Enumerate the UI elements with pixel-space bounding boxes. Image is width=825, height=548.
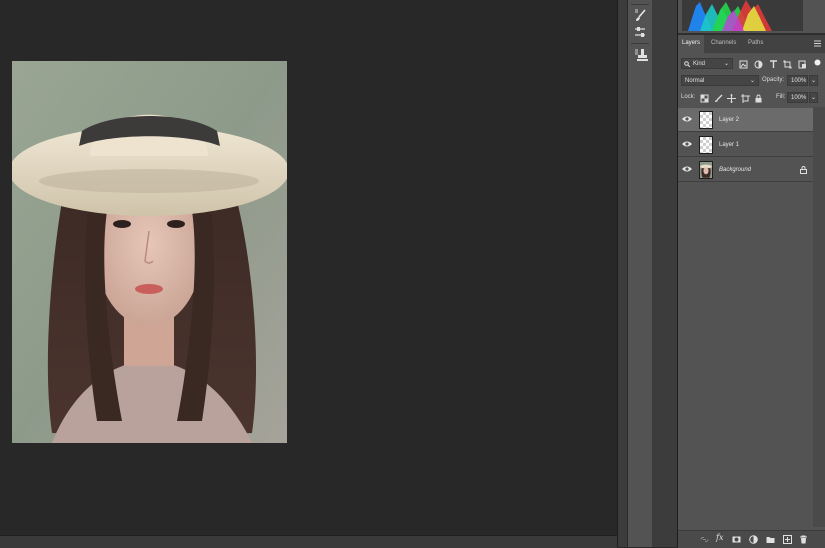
layers-bottom-toolbar: fx bbox=[678, 530, 825, 548]
horizontal-scrollbar[interactable] bbox=[0, 535, 617, 548]
opacity-dropdown[interactable]: ⌄ bbox=[809, 75, 818, 86]
lock-position-icon[interactable] bbox=[727, 94, 736, 103]
panel-tabs: Layers Channels Paths bbox=[678, 35, 825, 53]
lock-label: Lock: bbox=[681, 94, 696, 100]
filter-smart-object-icon[interactable] bbox=[798, 60, 807, 69]
adjustments-icon[interactable] bbox=[632, 24, 648, 40]
chevron-down-icon: ⌄ bbox=[811, 78, 817, 84]
fx-icon[interactable]: fx bbox=[716, 533, 725, 542]
mask-icon[interactable] bbox=[732, 535, 741, 544]
lock-icon bbox=[800, 166, 807, 174]
layer-name[interactable]: Layer 1 bbox=[719, 133, 739, 157]
link-icon[interactable] bbox=[700, 535, 709, 544]
panel-divider bbox=[617, 0, 627, 547]
tab-paths[interactable]: Paths bbox=[744, 35, 767, 53]
filter-kind-select[interactable]: Kind ⌄ bbox=[681, 58, 733, 69]
layer-row-background[interactable]: Background bbox=[678, 158, 813, 182]
new-layer-icon[interactable] bbox=[783, 535, 792, 544]
tab-channels[interactable]: Channels bbox=[707, 35, 740, 53]
panel-divider-2 bbox=[652, 0, 678, 547]
histogram bbox=[682, 0, 803, 31]
layer-thumbnail bbox=[699, 136, 713, 154]
chevron-down-icon: ⌄ bbox=[811, 95, 817, 101]
fill-label: Fill: bbox=[776, 94, 786, 100]
filter-toggle-icon[interactable] bbox=[813, 58, 822, 67]
fill-input[interactable]: 100% bbox=[787, 92, 808, 103]
opacity-label: Opacity: bbox=[762, 77, 785, 83]
blend-row: Normal ⌄ Opacity: 100% ⌄ bbox=[678, 75, 825, 88]
filter-shape-icon[interactable] bbox=[783, 60, 792, 69]
panel-menu-icon[interactable] bbox=[814, 40, 821, 47]
lock-artboard-icon[interactable] bbox=[741, 94, 750, 103]
lock-transparent-icon[interactable] bbox=[700, 94, 709, 103]
filter-type-icon[interactable] bbox=[769, 60, 778, 69]
background-thumbnail bbox=[699, 161, 713, 179]
layer-thumbnail bbox=[699, 111, 713, 129]
lock-all-icon[interactable] bbox=[754, 94, 763, 103]
portrait-image bbox=[12, 61, 287, 443]
folder-icon[interactable] bbox=[766, 535, 775, 544]
brush-icon[interactable] bbox=[632, 7, 648, 23]
eye-icon[interactable] bbox=[682, 140, 692, 148]
chevron-down-icon: ⌄ bbox=[749, 78, 755, 84]
filter-pixel-icon[interactable] bbox=[739, 60, 748, 69]
lock-row: Lock: Fill: 100% ⌄ bbox=[678, 92, 825, 105]
tab-layers[interactable]: Layers bbox=[678, 35, 705, 53]
clone-stamp-icon[interactable] bbox=[632, 47, 648, 63]
eye-icon[interactable] bbox=[682, 115, 692, 123]
adjustment-icon[interactable] bbox=[749, 535, 758, 544]
filter-adjustment-icon[interactable] bbox=[754, 60, 763, 69]
chevron-down-icon: ⌄ bbox=[723, 61, 729, 67]
layer-row-layer-2[interactable]: Layer 2 bbox=[678, 108, 813, 132]
canvas-workspace[interactable] bbox=[0, 0, 617, 535]
eye-icon[interactable] bbox=[682, 165, 692, 173]
search-icon bbox=[684, 61, 690, 67]
fill-dropdown[interactable]: ⌄ bbox=[809, 92, 818, 103]
layer-row-layer-1[interactable]: Layer 1 bbox=[678, 133, 813, 157]
document-photo[interactable] bbox=[12, 61, 287, 443]
layer-name[interactable]: Layer 2 bbox=[719, 108, 739, 132]
trash-icon[interactable] bbox=[799, 535, 808, 544]
collapsed-panel-dock bbox=[627, 0, 653, 547]
blend-mode-select[interactable]: Normal ⌄ bbox=[681, 75, 759, 86]
lock-pixels-icon[interactable] bbox=[714, 94, 723, 103]
layer-name[interactable]: Background bbox=[719, 158, 751, 182]
layer-filter-row: Kind ⌄ bbox=[678, 58, 825, 71]
layers-scrollbar[interactable] bbox=[813, 107, 825, 527]
right-panel: Layers Channels Paths Kind ⌄ Normal ⌄ Op… bbox=[678, 0, 825, 548]
opacity-input[interactable]: 100% bbox=[787, 75, 808, 86]
